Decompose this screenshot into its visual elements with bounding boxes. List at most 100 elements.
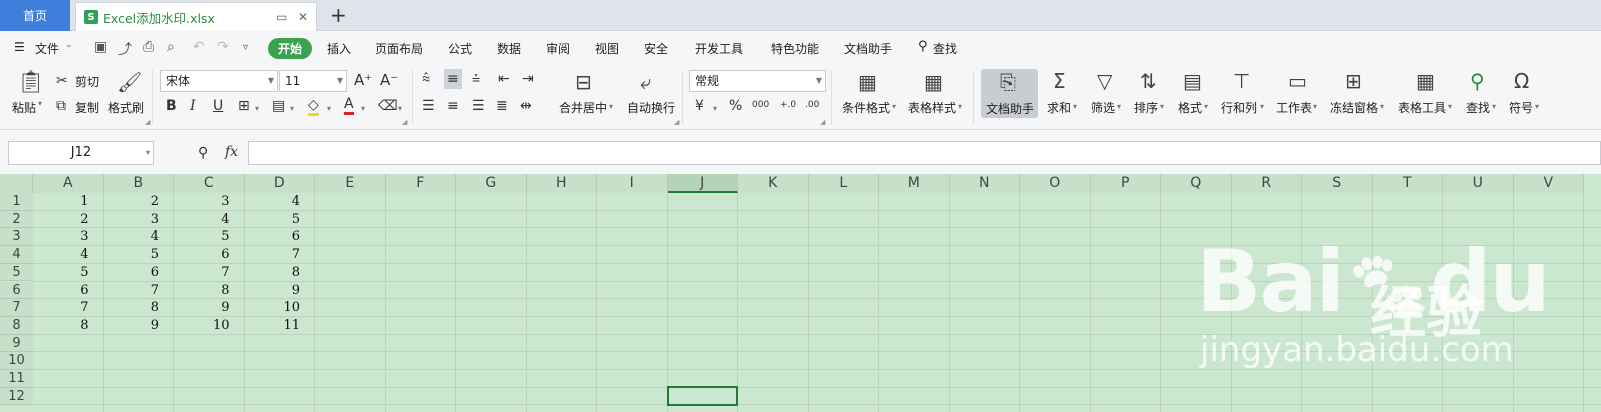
table-cell[interactable]: 7 (245, 246, 300, 263)
table-cell[interactable]: 3 (104, 211, 159, 228)
distribute-icon[interactable]: ⇹ (520, 98, 532, 114)
row-col-button[interactable]: 行和列 (1221, 99, 1257, 116)
menu-data[interactable]: 数据 (497, 40, 521, 57)
redo-icon[interactable]: ↷ (217, 39, 229, 55)
decrease-font-icon[interactable]: A⁻ (380, 72, 398, 88)
menu-formula[interactable]: 公式 (448, 40, 472, 57)
table-cell[interactable]: 8 (245, 264, 300, 281)
format-painter-icon[interactable]: 🖌︎ (117, 71, 142, 93)
column-header[interactable]: U (1443, 174, 1514, 193)
column-header[interactable]: B (103, 174, 174, 193)
format-painter-button[interactable]: 格式刷 (108, 99, 144, 116)
chevron-down-icon[interactable]: ▾ (38, 99, 42, 108)
font-color-icon[interactable]: A (344, 96, 354, 115)
wrap-text-icon[interactable]: ⤶ (640, 71, 651, 93)
percent-icon[interactable]: % (729, 98, 742, 114)
column-header[interactable]: A (33, 174, 104, 193)
row-header[interactable]: 7 (0, 299, 33, 317)
bold-icon[interactable]: B (166, 98, 177, 114)
chevron-down-icon[interactable]: ▾ (1117, 102, 1121, 111)
table-cell[interactable]: 8 (104, 299, 159, 316)
column-header[interactable]: V (1513, 174, 1584, 193)
freeze-panes-icon[interactable]: ⊞ (1345, 70, 1362, 92)
column-header[interactable]: M (879, 174, 950, 193)
table-cell[interactable]: 8 (33, 317, 88, 334)
chevron-down-icon[interactable]: ▾ (609, 102, 613, 111)
dialog-launcher-icon[interactable]: ◢ (820, 118, 825, 126)
table-cell[interactable]: 9 (245, 282, 300, 299)
chevron-down-icon[interactable]: ▾ (1204, 102, 1208, 111)
column-header[interactable]: N (949, 174, 1020, 193)
undo-icon[interactable]: ↶ (193, 39, 205, 55)
italic-icon[interactable]: I (190, 98, 196, 114)
freeze-panes-button[interactable]: 冻结窗格 (1330, 99, 1378, 116)
chevron-down-icon[interactable]: ▾ (290, 101, 294, 117)
chevron-down-icon[interactable]: ▾ (1535, 102, 1539, 111)
table-cell[interactable]: 9 (104, 317, 159, 334)
sum-icon[interactable]: Σ (1053, 70, 1066, 92)
table-cell[interactable]: 10 (174, 317, 230, 334)
menu-file[interactable]: 文件 (35, 40, 59, 57)
table-cell[interactable]: 2 (104, 193, 159, 210)
column-header[interactable]: L (808, 174, 879, 193)
sum-button[interactable]: 求和 (1047, 99, 1071, 116)
filter-button[interactable]: 筛选 (1091, 99, 1115, 116)
row-header[interactable]: 9 (0, 334, 33, 353)
table-tools-button[interactable]: 表格工具 (1398, 99, 1446, 116)
row-header[interactable]: 8 (0, 316, 33, 335)
column-header[interactable]: P (1090, 174, 1161, 193)
table-cell[interactable]: 6 (104, 264, 159, 281)
symbol-button[interactable]: 符号 (1509, 99, 1533, 116)
table-cell[interactable]: 6 (174, 246, 229, 263)
menu-doc-helper[interactable]: 文档助手 (844, 40, 892, 57)
symbol-icon[interactable]: Ω (1514, 70, 1529, 92)
customize-icon[interactable]: ▿ (243, 42, 248, 53)
chevron-down-icon[interactable]: ▾ (1380, 102, 1384, 111)
align-bottom-icon[interactable]: ⩮ (472, 71, 480, 87)
conditional-format-button[interactable]: 条件格式 (842, 99, 890, 116)
chevron-down-icon[interactable]: ▾ (713, 101, 717, 117)
paste-button[interactable]: 粘贴 (12, 99, 36, 116)
justify-icon[interactable]: ≣ (496, 98, 508, 114)
menu-review[interactable]: 审阅 (546, 40, 570, 57)
increase-font-icon[interactable]: A⁺ (354, 72, 372, 88)
scissors-icon[interactable]: ✂ (56, 73, 68, 89)
font-size-select[interactable]: 11 ▼ (279, 70, 347, 92)
thousands-separator-icon[interactable]: 000 (752, 97, 769, 113)
table-cell[interactable]: 9 (174, 299, 229, 316)
row-header[interactable]: 1 (0, 193, 33, 211)
copy-icon[interactable]: ⧉ (56, 98, 66, 114)
table-cell[interactable]: 7 (104, 282, 159, 299)
table-cell[interactable]: 5 (33, 264, 88, 281)
row-header[interactable]: 4 (0, 246, 33, 264)
decrease-decimal-icon[interactable]: .00 (805, 97, 819, 113)
align-left-icon[interactable]: ☰ (422, 98, 435, 114)
print-preview-icon[interactable]: ⌕ (167, 39, 175, 55)
column-header[interactable]: K (738, 174, 809, 193)
menu-page-layout[interactable]: 页面布局 (375, 40, 423, 57)
table-cell[interactable]: 5 (104, 246, 159, 263)
menu-developer[interactable]: 开发工具 (695, 40, 743, 57)
indent-decrease-icon[interactable]: ⇤ (498, 71, 510, 87)
wrap-text-button[interactable]: 自动换行 (627, 99, 675, 116)
menu-search[interactable]: 查找 (933, 40, 957, 57)
table-cell[interactable]: 5 (174, 228, 229, 245)
table-cell[interactable]: 8 (174, 282, 229, 299)
chevron-down-icon[interactable]: ▾ (361, 101, 365, 117)
chevron-down-icon[interactable]: ▾ (1448, 102, 1452, 111)
table-cell[interactable]: 6 (33, 282, 88, 299)
chevron-down-icon[interactable]: ▾ (1260, 102, 1264, 111)
column-header[interactable]: R (1231, 174, 1302, 193)
column-header[interactable]: F (385, 174, 456, 193)
formula-input[interactable] (248, 141, 1601, 165)
column-header[interactable]: H (526, 174, 597, 193)
table-cell[interactable]: 3 (174, 193, 229, 210)
menu-insert[interactable]: 插入 (327, 40, 351, 57)
hamburger-icon[interactable]: ☰ (14, 40, 25, 54)
table-cell[interactable]: 4 (245, 193, 300, 210)
merge-center-icon[interactable]: ⊟ (575, 71, 592, 93)
conditional-format-icon[interactable]: ▦ (858, 71, 877, 93)
align-center-icon[interactable]: ≡ (447, 98, 459, 114)
format-icon[interactable]: ▤ (1183, 70, 1202, 92)
menu-view[interactable]: 视图 (595, 40, 619, 57)
